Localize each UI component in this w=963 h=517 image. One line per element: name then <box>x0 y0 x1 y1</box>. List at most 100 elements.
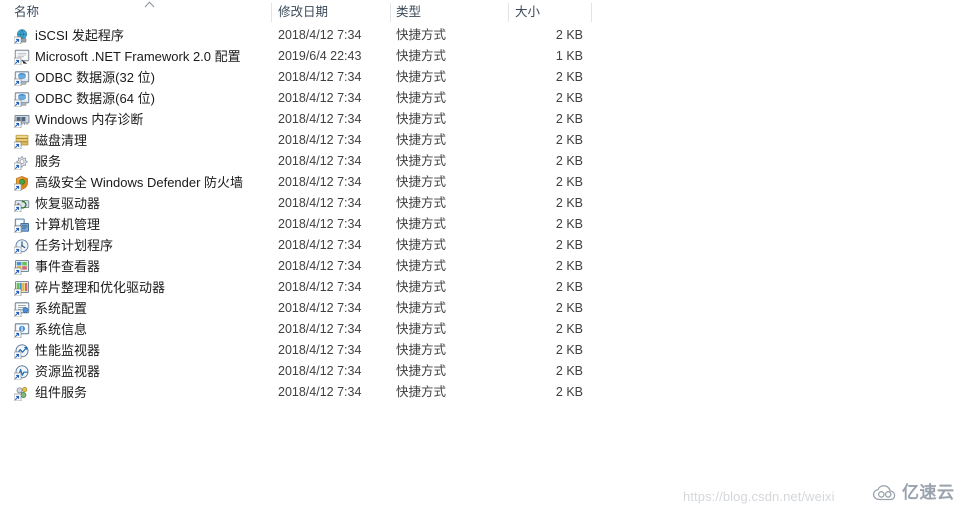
file-name-cell: 服务 <box>35 154 62 169</box>
firewall-advanced-icon <box>14 172 30 193</box>
file-row[interactable]: 组件服务 2018/4/12 7:34 快捷方式 2 KB <box>0 382 963 403</box>
file-type-cell: 快捷方式 <box>396 175 447 189</box>
file-size-cell: 2 KB <box>555 385 583 399</box>
file-size-cell: 2 KB <box>555 301 583 315</box>
column-separator-4[interactable] <box>591 3 592 22</box>
file-row[interactable]: 计算机管理 2018/4/12 7:34 快捷方式 2 KB <box>0 214 963 235</box>
watermark-url: https://blog.csdn.net/weixi <box>683 489 835 504</box>
file-name-cell: Microsoft .NET Framework 2.0 配置 <box>35 49 241 64</box>
file-row[interactable]: ODBC 数据源(64 位) 2018/4/12 7:34 快捷方式 2 KB <box>0 88 963 109</box>
file-date-cell: 2018/4/12 7:34 <box>278 91 362 105</box>
task-scheduler-icon <box>14 235 30 256</box>
file-row[interactable]: Microsoft .NET Framework 2.0 配置 2019/6/4 … <box>0 46 963 67</box>
file-type-cell: 快捷方式 <box>396 217 447 231</box>
system-information-icon <box>14 319 30 340</box>
file-size-cell: 2 KB <box>555 217 583 231</box>
file-row[interactable]: 任务计划程序 2018/4/12 7:34 快捷方式 2 KB <box>0 235 963 256</box>
file-size-cell: 2 KB <box>555 280 583 294</box>
file-type-cell: 快捷方式 <box>396 154 447 168</box>
system-configuration-icon <box>14 298 30 319</box>
file-date-cell: 2018/4/12 7:34 <box>278 385 362 399</box>
file-date-cell: 2018/4/12 7:34 <box>278 28 362 42</box>
file-row[interactable]: iSCSI 发起程序 2018/4/12 7:34 快捷方式 2 KB <box>0 25 963 46</box>
odbc-64-icon <box>14 88 30 109</box>
file-row[interactable]: 碎片整理和优化驱动器 2018/4/12 7:34 快捷方式 2 KB <box>0 277 963 298</box>
file-size-cell: 2 KB <box>555 322 583 336</box>
column-header-type[interactable]: 类型 <box>396 0 501 25</box>
file-row[interactable]: ODBC 数据源(32 位) 2018/4/12 7:34 快捷方式 2 KB <box>0 67 963 88</box>
file-row[interactable]: 资源监视器 2018/4/12 7:34 快捷方式 2 KB <box>0 361 963 382</box>
sort-ascending-icon <box>143 0 156 9</box>
file-size-cell: 2 KB <box>555 91 583 105</box>
file-date-cell: 2018/4/12 7:34 <box>278 259 362 273</box>
column-header-row: 名称 修改日期 类型 大小 <box>0 0 963 25</box>
file-type-cell: 快捷方式 <box>396 364 447 378</box>
services-icon <box>14 151 30 172</box>
defragment-icon <box>14 277 30 298</box>
column-header-name[interactable]: 名称 <box>14 0 143 25</box>
file-type-cell: 快捷方式 <box>396 133 447 147</box>
file-date-cell: 2019/6/4 22:43 <box>278 49 362 63</box>
file-name-cell: ODBC 数据源(64 位) <box>35 91 155 106</box>
file-date-cell: 2018/4/12 7:34 <box>278 154 362 168</box>
file-row[interactable]: 磁盘清理 2018/4/12 7:34 快捷方式 2 KB <box>0 130 963 151</box>
file-type-cell: 快捷方式 <box>396 49 447 63</box>
file-name-cell: 高级安全 Windows Defender 防火墙 <box>35 175 244 190</box>
file-row[interactable]: 高级安全 Windows Defender 防火墙 2018/4/12 7:34 快… <box>0 172 963 193</box>
column-separator-3[interactable] <box>508 3 509 22</box>
file-type-cell: 快捷方式 <box>396 343 447 357</box>
file-date-cell: 2018/4/12 7:34 <box>278 217 362 231</box>
file-date-cell: 2018/4/12 7:34 <box>278 280 362 294</box>
file-size-cell: 2 KB <box>555 238 583 252</box>
file-date-cell: 2018/4/12 7:34 <box>278 364 362 378</box>
file-type-cell: 快捷方式 <box>396 238 447 252</box>
file-name-cell: 组件服务 <box>35 385 88 400</box>
file-size-cell: 2 KB <box>555 112 583 126</box>
column-separator-1[interactable] <box>271 3 272 22</box>
file-type-cell: 快捷方式 <box>396 385 447 399</box>
iscsi-initiator-icon <box>14 25 30 46</box>
watermark-brand: 亿速云 <box>872 483 955 503</box>
column-header-size[interactable]: 大小 <box>515 0 585 25</box>
file-date-cell: 2018/4/12 7:34 <box>278 301 362 315</box>
file-name-cell: 系统信息 <box>35 322 88 337</box>
component-services-icon <box>14 382 30 403</box>
file-list[interactable]: iSCSI 发起程序 2018/4/12 7:34 快捷方式 2 KB Microsof… <box>0 25 963 403</box>
file-type-cell: 快捷方式 <box>396 196 447 210</box>
resource-monitor-icon <box>14 361 30 382</box>
file-row[interactable]: 服务 2018/4/12 7:34 快捷方式 2 KB <box>0 151 963 172</box>
file-name-cell: iSCSI 发起程序 <box>35 28 124 43</box>
file-date-cell: 2018/4/12 7:34 <box>278 196 362 210</box>
file-row[interactable]: 系统信息 2018/4/12 7:34 快捷方式 2 KB <box>0 319 963 340</box>
file-size-cell: 2 KB <box>555 364 583 378</box>
file-size-cell: 2 KB <box>555 343 583 357</box>
file-name-cell: 计算机管理 <box>35 217 101 232</box>
performance-monitor-icon <box>14 340 30 361</box>
file-type-cell: 快捷方式 <box>396 28 447 42</box>
file-size-cell: 2 KB <box>555 175 583 189</box>
file-date-cell: 2018/4/12 7:34 <box>278 70 362 84</box>
file-name-cell: 事件查看器 <box>35 259 101 274</box>
file-name-cell: Windows 内存诊断 <box>35 112 144 127</box>
column-header-name-label: 名称 <box>14 5 40 19</box>
file-name-cell: 任务计划程序 <box>35 238 114 253</box>
file-row[interactable]: 性能监视器 2018/4/12 7:34 快捷方式 2 KB <box>0 340 963 361</box>
file-name-cell: 系统配置 <box>35 301 88 316</box>
file-name-cell: 碎片整理和优化驱动器 <box>35 280 166 295</box>
file-size-cell: 2 KB <box>555 196 583 210</box>
watermark-brand-text: 亿速云 <box>902 483 955 502</box>
file-row[interactable]: 事件查看器 2018/4/12 7:34 快捷方式 2 KB <box>0 256 963 277</box>
file-row[interactable]: 恢复驱动器 2018/4/12 7:34 快捷方式 2 KB <box>0 193 963 214</box>
file-date-cell: 2018/4/12 7:34 <box>278 322 362 336</box>
column-header-type-label: 类型 <box>396 5 422 19</box>
column-header-date[interactable]: 修改日期 <box>278 0 383 25</box>
dotnet-framework-icon <box>14 46 30 67</box>
column-separator-2[interactable] <box>390 3 391 22</box>
recovery-drive-icon <box>14 193 30 214</box>
file-row[interactable]: 系统配置 2018/4/12 7:34 快捷方式 2 KB <box>0 298 963 319</box>
column-header-size-label: 大小 <box>515 5 541 19</box>
file-row[interactable]: Windows 内存诊断 2018/4/12 7:34 快捷方式 2 KB <box>0 109 963 130</box>
disk-cleanup-icon <box>14 130 30 151</box>
column-header-date-label: 修改日期 <box>278 5 329 19</box>
file-size-cell: 1 KB <box>555 49 583 63</box>
